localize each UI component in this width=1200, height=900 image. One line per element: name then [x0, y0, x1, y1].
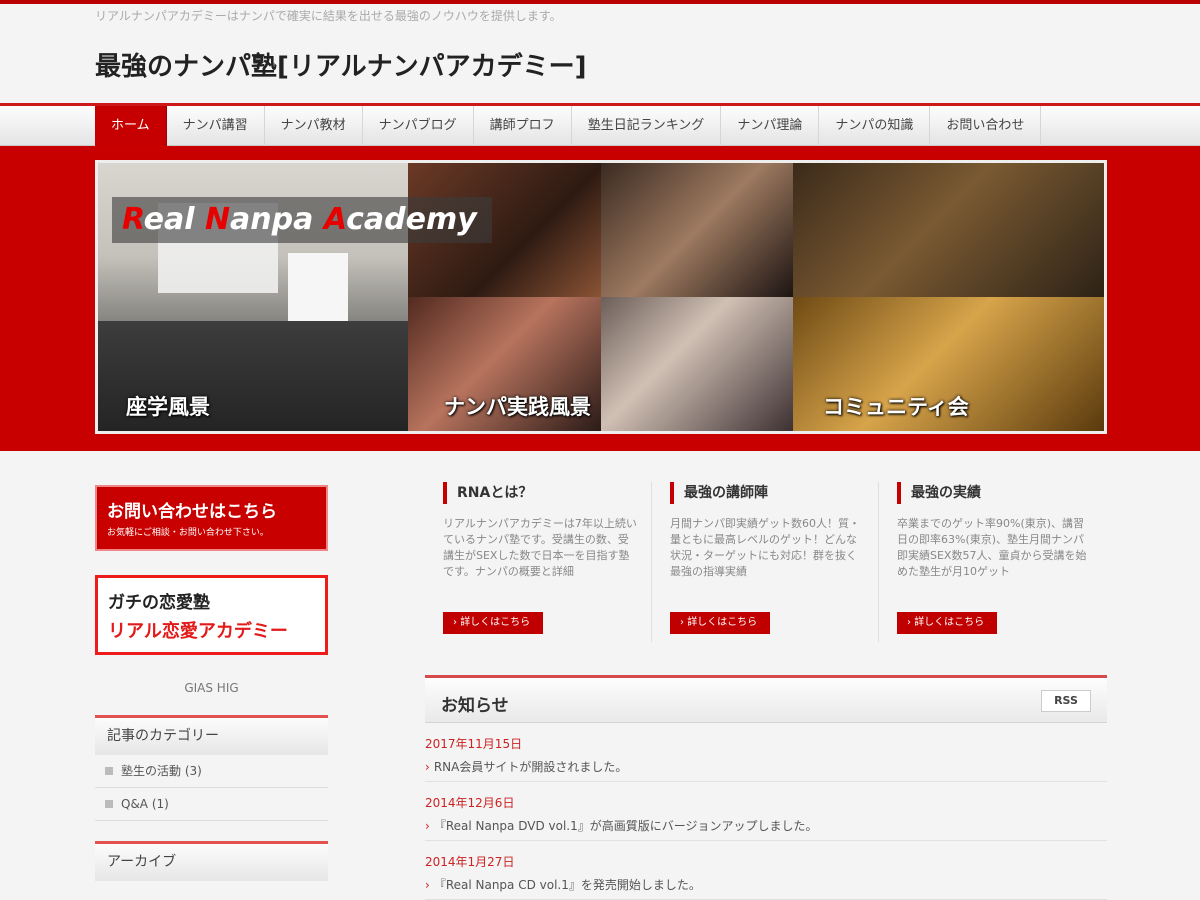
- logo-letter: A: [323, 202, 347, 237]
- community-photos: コミュニティ会: [793, 163, 1104, 431]
- logo-word: eal: [143, 202, 205, 237]
- sidebar: お問い合わせはこちら お気軽にご相談・お問い合わせ下さい。 ガチの恋愛塾 リアル…: [95, 485, 328, 881]
- news-link[interactable]: › 『Real Nanpa CD vol.1』を発売開始しました。: [425, 876, 1107, 893]
- news-section: お知らせ RSS 2017年11月15日 › RNA会員サイトが開設されました。 …: [425, 675, 1107, 900]
- news-date: 2017年11月15日: [425, 737, 523, 751]
- broken-image[interactable]: GIAS HIG: [95, 681, 328, 695]
- nav-nanpa-lessons[interactable]: ナンパ講習: [167, 106, 265, 146]
- whiteboard: [288, 253, 348, 323]
- photo-tile: [600, 297, 793, 431]
- nav-list: ホーム ナンパ講習 ナンパ教材 ナンパブログ 講師プロフ 塾生日記ランキング ナ…: [95, 106, 1042, 146]
- contact-banner-title: お問い合わせはこちら: [107, 502, 277, 522]
- news-text: 『Real Nanpa DVD vol.1』が高画質版にバージョンアップしました…: [433, 819, 818, 833]
- feature-title: 最強の講師陣: [670, 482, 866, 504]
- archive-heading: アーカイブ: [95, 841, 328, 881]
- feature-body: リアルナンパアカデミーは7年以上続いているナンパ塾です。受講生の数、受講生がSE…: [443, 517, 637, 578]
- site-tagline: リアルナンパアカデミーはナンパで確実に結果を出せる最強のノウハウを提供します。: [95, 9, 562, 23]
- feature-column: RNAとは？ リアルナンパアカデミーは7年以上続いているナンパ塾です。受講生の数…: [425, 482, 652, 642]
- square-icon: [105, 800, 113, 808]
- chevron-right-icon: ›: [425, 878, 430, 892]
- love-banner-line1: ガチの恋愛塾: [108, 593, 210, 613]
- feature-title: RNAとは？: [443, 482, 639, 504]
- nav-nanpa-materials[interactable]: ナンパ教材: [265, 106, 363, 146]
- news-item: 2014年12月6日 › 『Real Nanpa DVD vol.1』が高画質版に…: [425, 782, 1107, 841]
- details-button-label: 詳しくはこちら: [687, 617, 758, 628]
- news-text: 『Real Nanpa CD vol.1』を発売開始しました。: [433, 878, 701, 892]
- photo-tile: [600, 163, 793, 297]
- category-item[interactable]: 塾生の活動 (3): [95, 755, 328, 788]
- love-academy-banner[interactable]: ガチの恋愛塾 リアル恋愛アカデミー: [95, 575, 328, 655]
- category-label: Q&A (1): [121, 797, 169, 811]
- news-link[interactable]: › RNA会員サイトが開設されました。: [425, 758, 1107, 775]
- categories-heading: 記事のカテゴリー: [95, 715, 328, 755]
- news-header: お知らせ RSS: [425, 675, 1107, 723]
- news-heading: お知らせ: [441, 696, 509, 716]
- contact-banner-button[interactable]: お問い合わせはこちら お気軽にご相談・お問い合わせ下さい。: [95, 485, 328, 551]
- category-item[interactable]: Q&A (1): [95, 788, 328, 821]
- rss-button[interactable]: RSS: [1041, 690, 1091, 712]
- chevron-right-icon: ›: [425, 760, 430, 774]
- love-banner-line2: リアル恋愛アカデミー: [108, 621, 288, 642]
- nav-nanpa-knowledge[interactable]: ナンパの知識: [819, 106, 931, 146]
- main-navigation: ホーム ナンパ講習 ナンパ教材 ナンパブログ 講師プロフ 塾生日記ランキング ナ…: [0, 106, 1200, 146]
- nav-home[interactable]: ホーム: [95, 106, 167, 146]
- details-button[interactable]: › 詳しくはこちら: [443, 612, 543, 634]
- news-link[interactable]: › 『Real Nanpa DVD vol.1』が高画質版にバージョンアップしまし…: [425, 817, 1107, 834]
- top-accent-line: [0, 0, 1200, 4]
- logo-word: anpa: [230, 202, 324, 237]
- feature-title: 最強の実績: [897, 482, 1094, 504]
- caption-lecture: 座学風景: [126, 395, 210, 419]
- logo-letter: R: [122, 202, 144, 237]
- news-item: 2017年11月15日 › RNA会員サイトが開設されました。: [425, 723, 1107, 782]
- details-button-label: 詳しくはこちら: [460, 617, 531, 628]
- details-button[interactable]: › 詳しくはこちら: [897, 612, 997, 634]
- feature-body: 卒業までのゲット率90%(東京)、講習日の即率63%(東京)、塾生月間ナンパ即実…: [897, 517, 1087, 578]
- feature-column: 最強の講師陣 月間ナンパ即実績ゲット数60人！質・量ともに最高レベルのゲット！ど…: [652, 482, 879, 642]
- square-icon: [105, 767, 113, 775]
- hero-banner[interactable]: 座学風景 ナンパ実践風景 コミュニティ会 Real Nanpa Academy: [95, 160, 1107, 434]
- nav-nanpa-theory[interactable]: ナンパ理論: [721, 106, 820, 146]
- caption-practice: ナンパ実践風景: [444, 395, 591, 419]
- category-label: 塾生の活動 (3): [121, 764, 202, 778]
- details-button[interactable]: › 詳しくはこちら: [670, 612, 770, 634]
- feature-body: 月間ナンパ即実績ゲット数60人！質・量ともに最高レベルのゲット！どんな状況・ター…: [670, 517, 860, 578]
- nav-student-diary-ranking[interactable]: 塾生日記ランキング: [572, 106, 722, 146]
- news-date: 2014年12月6日: [425, 796, 515, 810]
- nav-contact[interactable]: お問い合わせ: [930, 106, 1042, 146]
- feature-columns: RNAとは？ リアルナンパアカデミーは7年以上続いているナンパ塾です。受講生の数…: [425, 482, 1107, 642]
- nav-nanpa-blog[interactable]: ナンパブログ: [363, 106, 474, 146]
- contact-banner-subtitle: お気軽にご相談・お問い合わせ下さい。: [107, 528, 269, 538]
- chevron-right-icon: ›: [425, 819, 430, 833]
- feature-column: 最強の実績 卒業までのゲット率90%(東京)、講習日の即率63%(東京)、塾生月…: [879, 482, 1106, 642]
- site-title[interactable]: 最強のナンパ塾[リアルナンパアカデミー]: [95, 46, 587, 83]
- details-button-label: 詳しくはこちら: [914, 617, 985, 628]
- logo-word: cademy: [346, 202, 477, 237]
- nav-instructor-profile[interactable]: 講師プロフ: [474, 106, 572, 146]
- photo-tile: [793, 163, 1104, 297]
- logo-letter: N: [204, 202, 231, 237]
- news-item: 2014年1月27日 › 『Real Nanpa CD vol.1』を発売開始しま…: [425, 841, 1107, 900]
- news-date: 2014年1月27日: [425, 855, 515, 869]
- banner-logo: Real Nanpa Academy: [112, 197, 492, 243]
- caption-community: コミュニティ会: [823, 395, 969, 419]
- news-text: RNA会員サイトが開設されました。: [433, 760, 628, 774]
